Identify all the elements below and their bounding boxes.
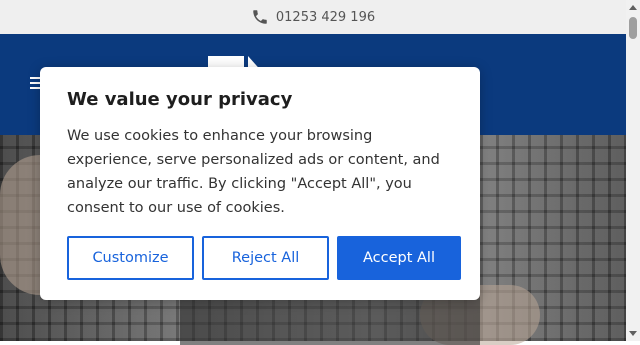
phone-icon bbox=[253, 10, 267, 24]
scroll-down-icon[interactable] bbox=[629, 331, 637, 336]
customize-button[interactable]: Customize bbox=[67, 236, 194, 280]
cookie-dialog-message: We use cookies to enhance your browsing … bbox=[67, 128, 440, 216]
phone-link[interactable]: 01253 429 196 bbox=[251, 8, 375, 26]
scroll-up-icon[interactable] bbox=[629, 5, 637, 10]
cookie-dialog-title: We value your privacy bbox=[67, 89, 293, 110]
reject-all-button[interactable]: Reject All bbox=[202, 236, 329, 280]
scrollbar-thumb[interactable] bbox=[629, 17, 637, 39]
cookie-button-group: Customize Reject All Accept All bbox=[67, 236, 461, 280]
accept-all-button[interactable]: Accept All bbox=[337, 236, 461, 280]
phone-number: 01253 429 196 bbox=[275, 9, 376, 25]
top-contact-bar: 01253 429 196 bbox=[0, 0, 626, 34]
cookie-consent-dialog: We value your privacy We use cookies to … bbox=[40, 67, 480, 300]
page-scrollbar[interactable] bbox=[626, 0, 640, 341]
